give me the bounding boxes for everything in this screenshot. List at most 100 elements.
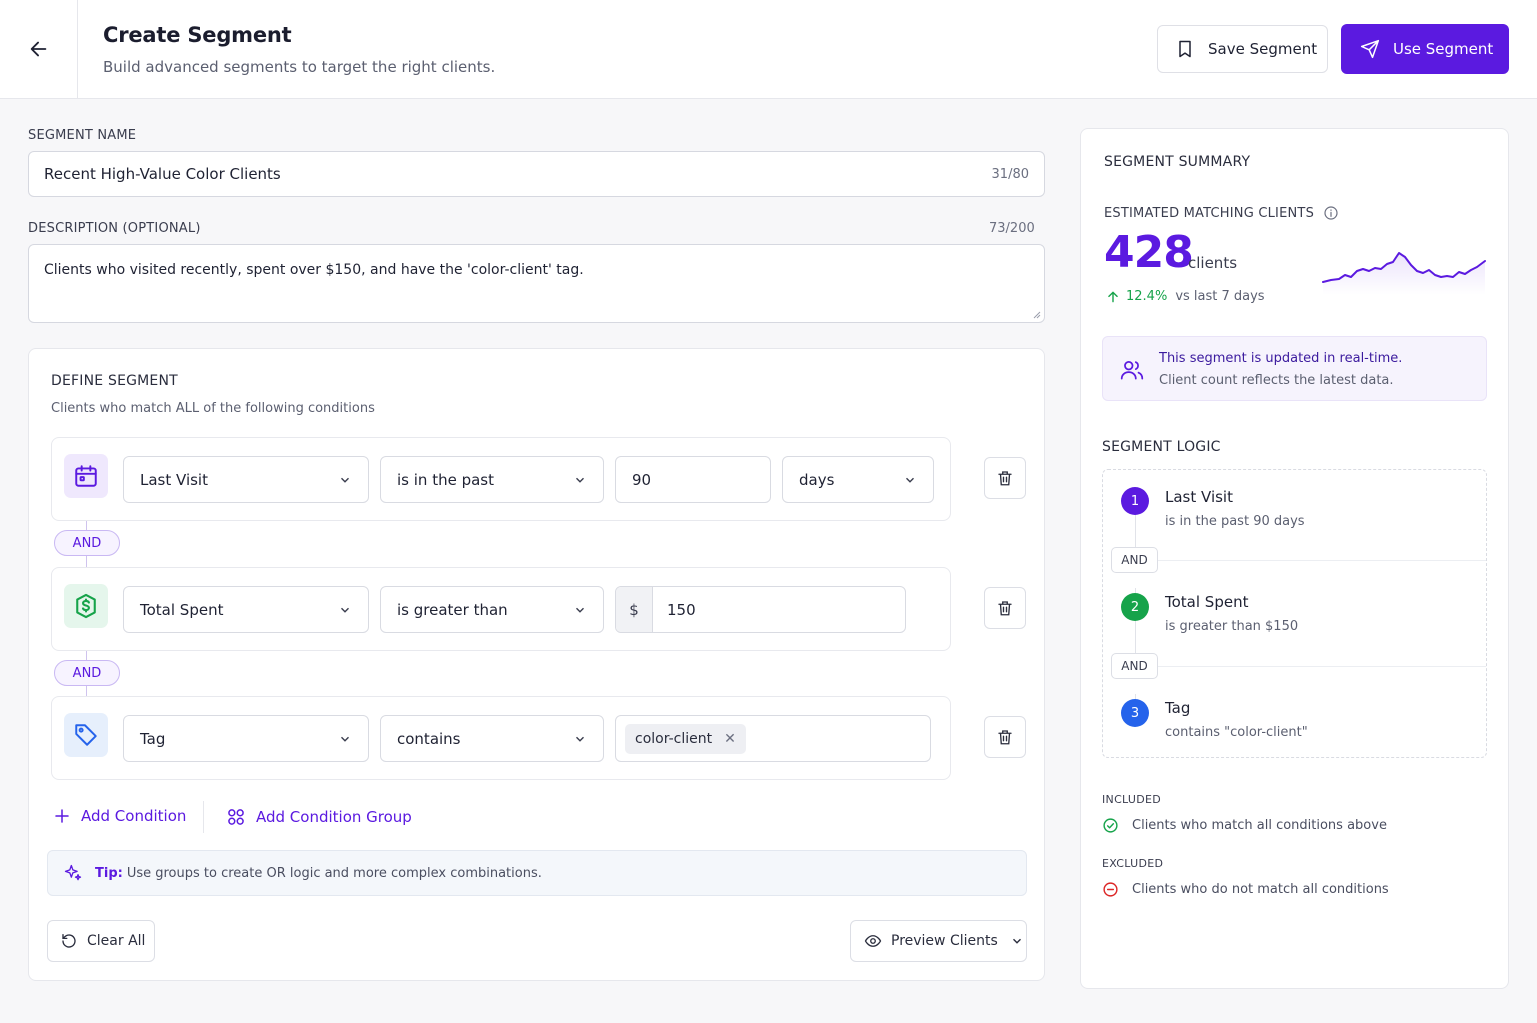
step-description: is in the past 90 days (1165, 514, 1305, 529)
operator-select[interactable]: is greater than (380, 586, 604, 633)
description-textarea[interactable]: Clients who visited recently, spent over… (28, 244, 1045, 323)
step-description: contains "color-client" (1165, 725, 1308, 740)
resize-handle-icon[interactable] (1031, 309, 1041, 319)
page-title: Create Segment (103, 23, 292, 47)
field-select[interactable]: Last Visit (123, 456, 369, 503)
included-row: Clients who match all conditions above (1102, 817, 1387, 834)
use-segment-label: Use Segment (1393, 40, 1494, 58)
unit-select-value: days (799, 470, 835, 489)
tip-label: Tip: (95, 865, 123, 881)
amount-input-value: 150 (667, 600, 696, 619)
step-badge: 2 (1121, 593, 1149, 621)
segment-logic-box: 1 Last Visit is in the past 90 days AND … (1102, 469, 1487, 758)
segment-summary-panel: SEGMENT SUMMARY ESTIMATED MATCHING CLIEN… (1080, 128, 1509, 989)
eye-icon (864, 935, 882, 947)
back-button[interactable] (0, 0, 78, 98)
segment-name-value: Recent High-Value Color Clients (44, 165, 281, 183)
trash-icon (998, 471, 1012, 486)
condition-row: Tag contains color-client ✕ (51, 696, 951, 780)
calendar-icon-tile (64, 454, 108, 498)
tag-chip-label: color-client (635, 731, 713, 747)
currency-prefix: $ (616, 587, 653, 632)
delete-condition-button[interactable] (984, 587, 1026, 629)
preview-clients-button[interactable]: Preview Clients (850, 920, 1027, 962)
trash-icon (998, 601, 1012, 616)
value-input[interactable]: 90 (615, 456, 771, 503)
dollar-icon-tile (64, 584, 108, 628)
included-label: INCLUDED (1102, 793, 1162, 806)
condition-row: Total Spent is greater than $ 150 (51, 567, 951, 651)
step-badge: 3 (1121, 699, 1149, 727)
tip-banner: Tip: Use groups to create OR logic and m… (47, 850, 1027, 896)
tip-text: Use groups to create OR logic and more c… (126, 865, 542, 881)
included-text: Clients who match all conditions above (1132, 818, 1387, 833)
realtime-notice: This segment is updated in real-time. Cl… (1102, 336, 1487, 401)
plus-icon (55, 809, 69, 823)
group-icon (228, 809, 244, 825)
segment-name-input[interactable]: Recent High-Value Color Clients 31/80 (28, 151, 1045, 197)
clear-all-button[interactable]: Clear All (47, 920, 155, 962)
define-segment-card: DEFINE SEGMENT Clients who match ALL of … (28, 348, 1045, 981)
tag-icon-tile (64, 713, 108, 757)
logic-and-connector: AND (1111, 653, 1158, 679)
description-label: DESCRIPTION (OPTIONAL) (28, 221, 201, 236)
field-select-value: Last Visit (140, 470, 208, 489)
page-subtitle: Build advanced segments to target the ri… (103, 58, 496, 76)
define-segment-title: DEFINE SEGMENT (51, 373, 178, 389)
tag-chip: color-client ✕ (625, 724, 746, 754)
operator-select[interactable]: contains (380, 715, 604, 762)
excluded-label: EXCLUDED (1102, 857, 1164, 870)
field-select[interactable]: Tag (123, 715, 369, 762)
segment-summary-title: SEGMENT SUMMARY (1104, 154, 1251, 170)
condition-row: Last Visit is in the past 90 days (51, 437, 951, 521)
clear-all-label: Clear All (87, 933, 146, 949)
save-segment-button[interactable]: Save Segment (1157, 25, 1328, 73)
field-select[interactable]: Total Spent (123, 586, 369, 633)
info-icon[interactable] (1323, 205, 1339, 221)
amount-input[interactable]: $ 150 (615, 586, 906, 633)
excluded-text: Clients who do not match all conditions (1132, 882, 1389, 897)
estimated-clients-label: ESTIMATED MATCHING CLIENTS (1104, 205, 1339, 221)
add-condition-group-label: Add Condition Group (256, 808, 412, 826)
excluded-row: Clients who do not match all conditions (1102, 881, 1389, 898)
chevron-down-icon (1012, 938, 1021, 944)
chevron-down-icon (341, 477, 349, 483)
add-condition-button[interactable]: Add Condition (53, 807, 186, 825)
delete-condition-button[interactable] (984, 716, 1026, 758)
step-title: Tag (1165, 699, 1191, 717)
and-connector: AND (54, 660, 120, 686)
chevron-down-icon (341, 736, 349, 742)
chevron-down-icon (576, 736, 584, 742)
divider (1157, 560, 1486, 561)
delete-condition-button[interactable] (984, 457, 1026, 499)
and-connector: AND (54, 530, 120, 556)
operator-select-value: is in the past (397, 470, 494, 489)
step-title: Total Spent (1165, 593, 1249, 611)
operator-select-value: is greater than (397, 600, 508, 619)
arrow-up-icon (1108, 291, 1118, 302)
sparkline-chart (1322, 252, 1486, 295)
trend-period: vs last 7 days (1175, 289, 1265, 304)
dollar-icon (76, 593, 96, 619)
divider (1157, 666, 1486, 667)
step-description: is greater than $150 (1165, 619, 1299, 634)
use-segment-button[interactable]: Use Segment (1341, 24, 1509, 74)
save-segment-label: Save Segment (1208, 40, 1318, 58)
remove-tag-icon[interactable]: ✕ (724, 731, 736, 747)
arrow-left-icon (30, 41, 46, 57)
chevron-down-icon (906, 477, 914, 483)
estimated-clients-text: ESTIMATED MATCHING CLIENTS (1104, 205, 1315, 221)
step-badge: 1 (1121, 487, 1149, 515)
operator-select[interactable]: is in the past (380, 456, 604, 503)
segment-name-counter: 31/80 (991, 166, 1029, 182)
field-select-value: Tag (140, 729, 166, 748)
add-condition-label: Add Condition (81, 807, 187, 825)
unit-select[interactable]: days (782, 456, 934, 503)
tag-input[interactable]: color-client ✕ (615, 715, 931, 762)
reset-icon (62, 933, 76, 948)
add-condition-group-button[interactable]: Add Condition Group (226, 807, 412, 827)
send-icon (1360, 39, 1380, 59)
description-value: Clients who visited recently, spent over… (44, 262, 584, 278)
tag-icon (75, 724, 97, 746)
bookmark-icon (1179, 40, 1191, 58)
